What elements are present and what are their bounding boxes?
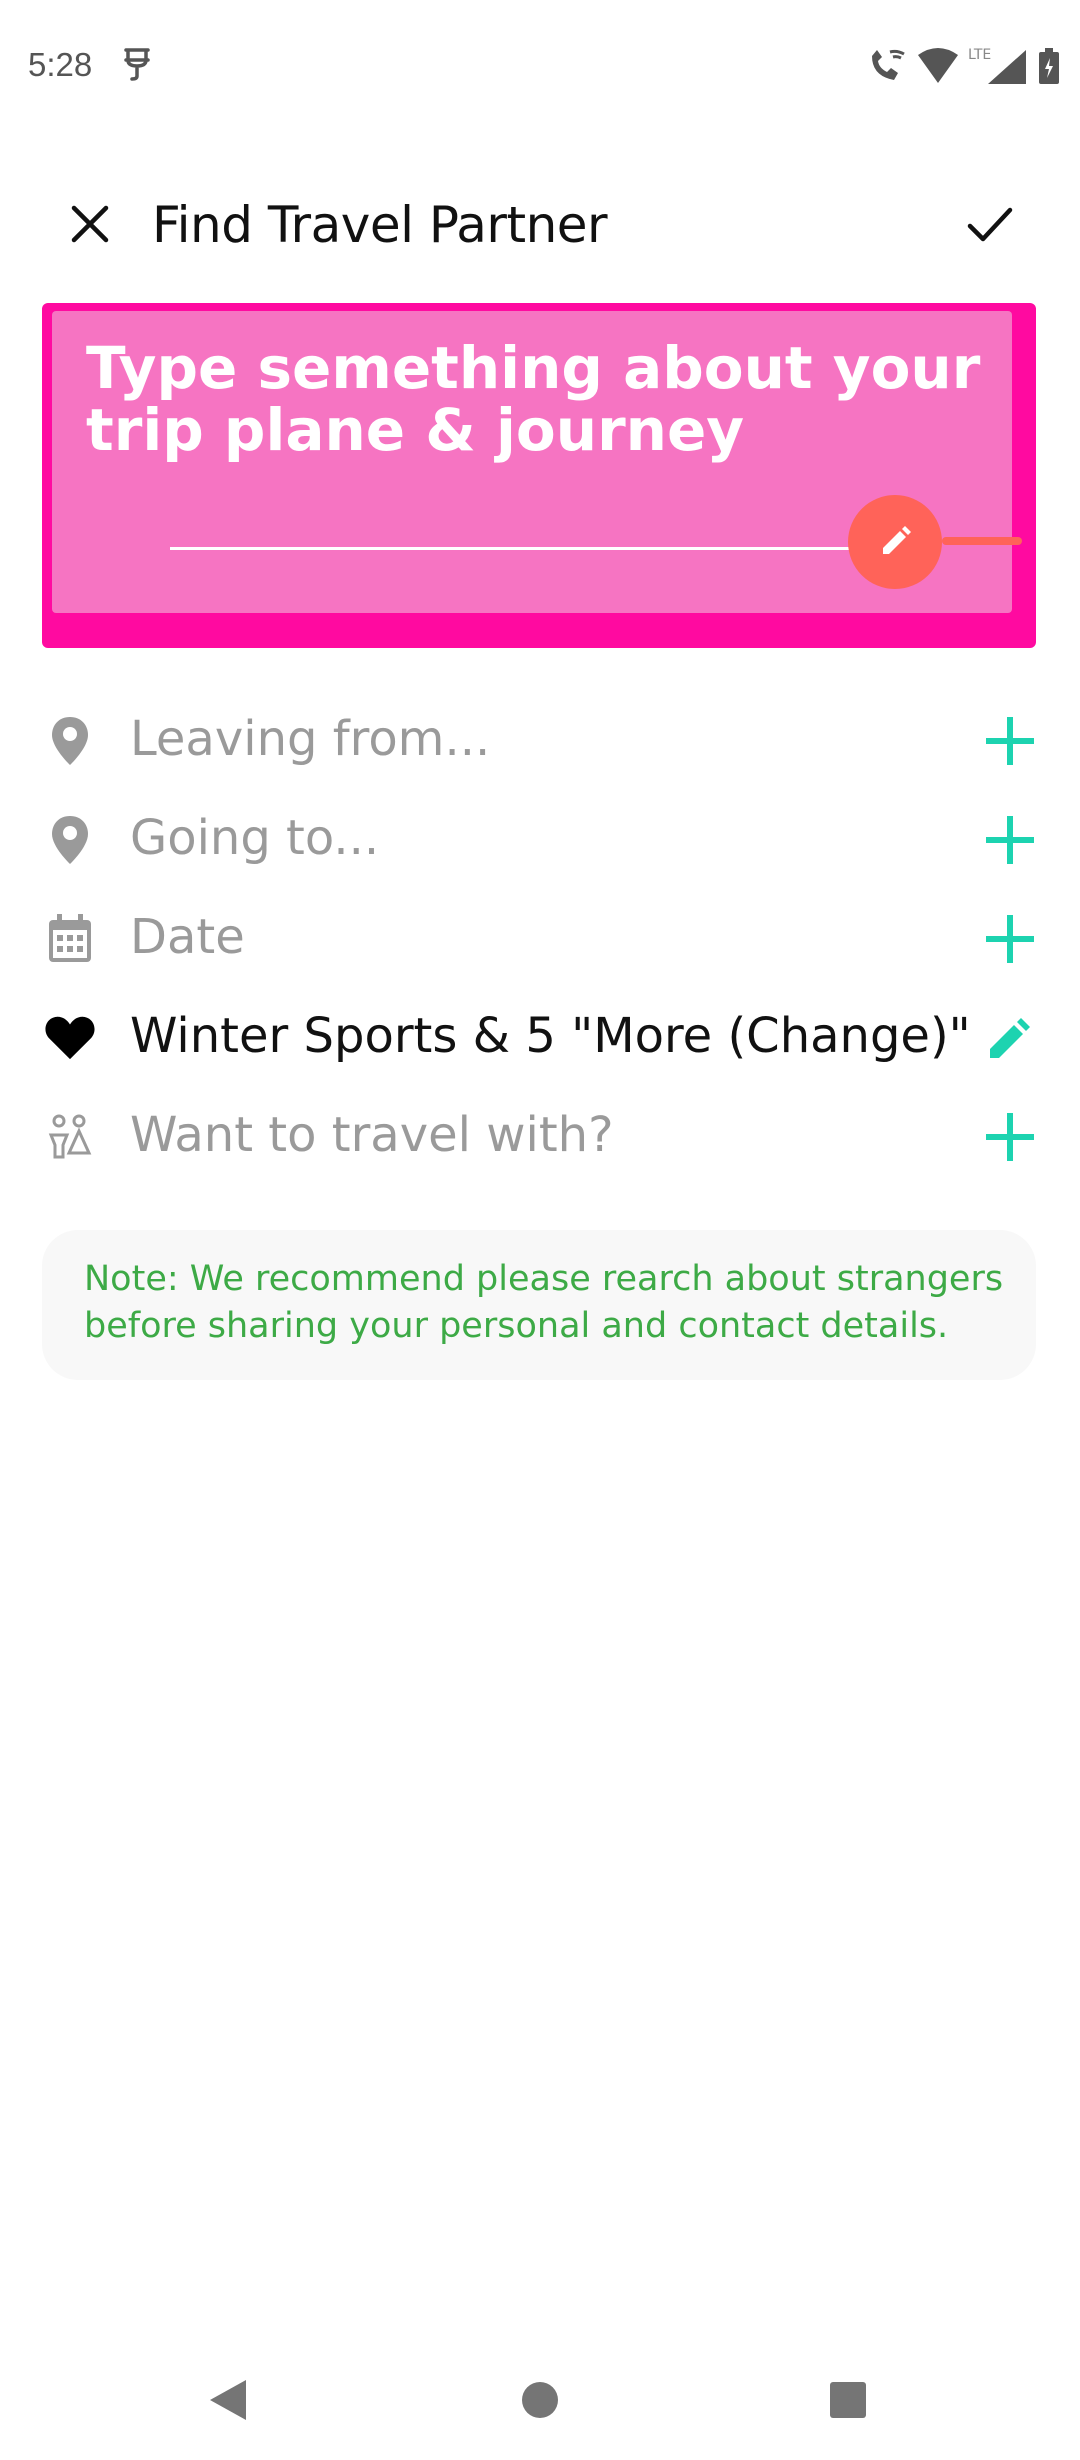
app-notification-icon bbox=[124, 48, 150, 81]
network-type-label: LTE bbox=[968, 47, 991, 63]
safety-note: Note: We recommend please rearch about s… bbox=[42, 1230, 1036, 1380]
date-label: Date bbox=[130, 909, 245, 965]
pencil-icon bbox=[883, 526, 911, 554]
recents-icon bbox=[830, 2382, 866, 2418]
close-button[interactable] bbox=[62, 196, 118, 252]
page-title: Find Travel Partner bbox=[152, 196, 608, 254]
interests-row[interactable]: Winter Sports & 5 "More (Change)" bbox=[0, 992, 1080, 1082]
add-going-to-button[interactable] bbox=[982, 812, 1038, 868]
plus-icon bbox=[986, 816, 1034, 864]
add-leaving-from-button[interactable] bbox=[982, 713, 1038, 769]
back-button[interactable] bbox=[198, 2370, 258, 2430]
wifi-icon bbox=[918, 48, 958, 83]
plus-icon bbox=[986, 1113, 1034, 1161]
leaving-from-row[interactable]: Leaving from... bbox=[0, 695, 1080, 785]
status-bar: 5:28 LTE bbox=[0, 0, 1080, 134]
recents-button[interactable] bbox=[818, 2370, 878, 2430]
signal-icon: LTE bbox=[968, 47, 1026, 84]
add-travel-with-button[interactable] bbox=[982, 1109, 1038, 1165]
home-icon bbox=[522, 2382, 558, 2418]
trip-text-handle[interactable] bbox=[942, 537, 1022, 545]
confirm-button[interactable] bbox=[962, 196, 1018, 252]
going-to-label: Going to... bbox=[130, 810, 380, 866]
wifi-calling-icon bbox=[872, 49, 905, 80]
edit-interests-button[interactable] bbox=[982, 1010, 1038, 1066]
leaving-from-label: Leaving from... bbox=[130, 711, 491, 767]
plus-icon bbox=[986, 717, 1034, 765]
check-icon bbox=[967, 207, 1013, 242]
trip-description-text[interactable]: Type semething about your trip plane & j… bbox=[86, 337, 986, 461]
interests-label: Winter Sports & 5 "More (Change)" bbox=[130, 1008, 971, 1064]
safety-note-text: Note: We recommend please rearch about s… bbox=[84, 1259, 1004, 1346]
status-icons: LTE bbox=[866, 46, 1060, 86]
pencil-icon bbox=[990, 1018, 1030, 1058]
status-time: 5:28 bbox=[28, 46, 93, 83]
going-to-row[interactable]: Going to... bbox=[0, 794, 1080, 884]
trip-description-underline bbox=[170, 547, 910, 550]
travel-with-row[interactable]: Want to travel with? bbox=[0, 1091, 1080, 1181]
people-icon bbox=[44, 1111, 96, 1163]
app-bar: Find Travel Partner bbox=[0, 178, 1080, 268]
edit-trip-button[interactable] bbox=[848, 495, 942, 589]
battery-charging-icon bbox=[1039, 48, 1059, 84]
back-icon bbox=[210, 2380, 246, 2420]
trip-description-card: Type semething about your trip plane & j… bbox=[42, 303, 1036, 648]
date-row[interactable]: Date bbox=[0, 893, 1080, 983]
heart-icon bbox=[44, 1012, 96, 1064]
home-button[interactable] bbox=[510, 2370, 570, 2430]
travel-with-label: Want to travel with? bbox=[130, 1107, 614, 1163]
close-icon bbox=[71, 205, 109, 243]
plus-icon bbox=[986, 915, 1034, 963]
calendar-icon bbox=[44, 913, 96, 965]
location-pin-icon bbox=[44, 814, 96, 866]
add-date-button[interactable] bbox=[982, 911, 1038, 967]
location-pin-icon bbox=[44, 715, 96, 767]
system-nav-bar bbox=[0, 2340, 1080, 2460]
